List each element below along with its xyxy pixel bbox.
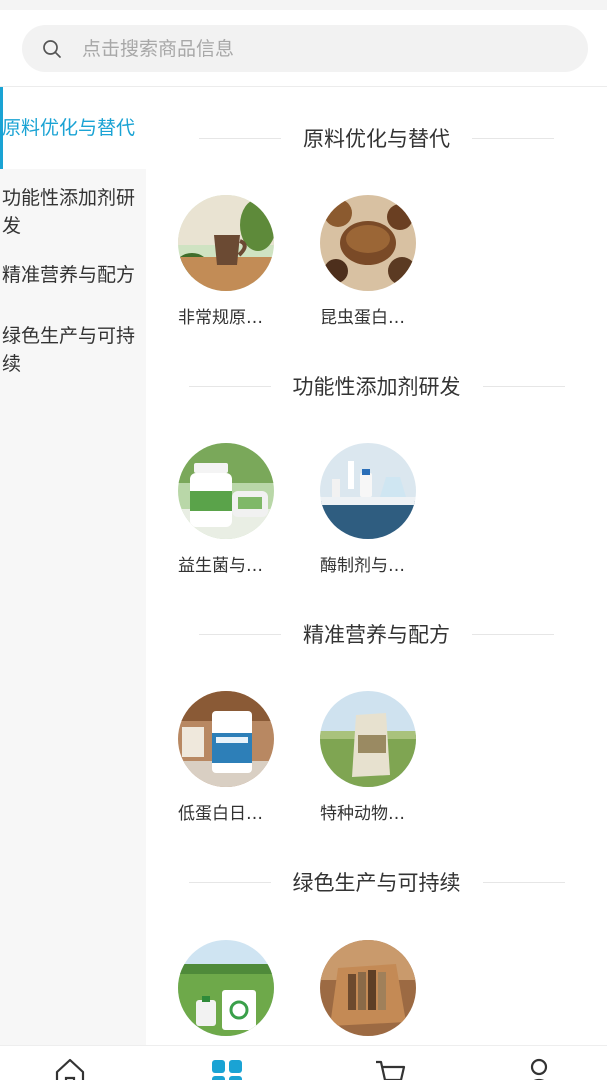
nav-home[interactable] <box>50 1056 90 1080</box>
sidebar-item-green-production[interactable]: 绿色生产与可持续 <box>0 295 146 405</box>
product-item[interactable] <box>288 940 416 1045</box>
product-name: 昆虫蛋白… <box>320 308 405 328</box>
nav-profile[interactable] <box>519 1056 559 1080</box>
section-title-text: 绿色生产与可持续 <box>292 871 461 895</box>
section-title: 功能性添加剂研发 <box>146 371 607 401</box>
section-title-text: 功能性添加剂研发 <box>292 375 461 399</box>
section-title: 精准营养与配方 <box>146 619 607 649</box>
product-name: 非常规原… <box>178 308 263 328</box>
title-rule <box>482 881 565 883</box>
sidebar-item-functional-additives[interactable]: 功能性添加剂研发 <box>0 169 146 255</box>
title-rule <box>482 385 565 387</box>
section-title: 原料优化与替代 <box>146 123 607 153</box>
laboratory-image <box>320 443 416 539</box>
nav-category[interactable] <box>207 1056 247 1080</box>
search-icon <box>22 39 82 59</box>
bottom-nav <box>0 1045 607 1080</box>
product-item[interactable]: 非常规原… <box>146 195 274 328</box>
title-rule <box>199 633 281 635</box>
sidebar-item-label: 绿色生产与可持续 <box>2 325 136 375</box>
product-item[interactable]: 昆虫蛋白… <box>288 195 416 328</box>
sidebar-item-raw-material[interactable]: 原料优化与替代 <box>0 87 146 169</box>
nav-cart[interactable] <box>370 1056 410 1080</box>
product-name: 特种动物… <box>320 804 405 824</box>
product-name: 酶制剂与… <box>320 556 405 576</box>
search-input[interactable] <box>82 37 552 60</box>
sidebar-item-label: 精准营养与配方 <box>2 264 136 286</box>
title-rule <box>472 137 554 139</box>
probiotic-bottle-image <box>178 443 274 539</box>
category-content: 原料优化与替代 非常规原… 昆虫蛋白… 功能性添加剂研发 益生菌与… 酶制剂与…… <box>146 87 607 1045</box>
cardboard-box-image <box>320 940 416 1036</box>
title-rule <box>199 137 281 139</box>
product-item[interactable] <box>146 940 274 1045</box>
product-item[interactable]: 益生菌与… <box>146 443 274 576</box>
category-sidebar: 原料优化与替代 功能性添加剂研发 精准营养与配方 绿色生产与可持续 <box>0 87 146 1045</box>
category-icon <box>210 1056 244 1080</box>
title-rule <box>472 633 554 635</box>
title-rule <box>188 385 271 387</box>
section-title-text: 精准营养与配方 <box>303 623 450 647</box>
sidebar-item-label: 原料优化与替代 <box>2 117 136 139</box>
product-item[interactable]: 低蛋白日… <box>146 691 274 824</box>
search-bar[interactable] <box>22 25 588 72</box>
cart-icon <box>373 1056 407 1080</box>
feed-bag-kitchen-image <box>178 691 274 787</box>
home-icon <box>53 1056 87 1080</box>
product-name: 益生菌与… <box>178 556 263 576</box>
product-name: 低蛋白日… <box>178 804 263 824</box>
section-title-text: 原料优化与替代 <box>303 127 450 151</box>
insect-protein-image <box>320 195 416 291</box>
title-rule <box>188 881 271 883</box>
feed-sack-field-image <box>320 691 416 787</box>
section-title: 绿色生产与可持续 <box>146 867 607 897</box>
sidebar-item-label: 功能性添加剂研发 <box>2 187 136 237</box>
recycling-field-image <box>178 940 274 1036</box>
product-item[interactable]: 特种动物… <box>288 691 416 824</box>
product-item[interactable]: 酶制剂与… <box>288 443 416 576</box>
sidebar-item-precision-nutrition[interactable]: 精准营养与配方 <box>0 255 146 295</box>
user-icon <box>522 1056 556 1080</box>
wooden-cup-image <box>178 195 274 291</box>
status-strip <box>0 0 607 10</box>
